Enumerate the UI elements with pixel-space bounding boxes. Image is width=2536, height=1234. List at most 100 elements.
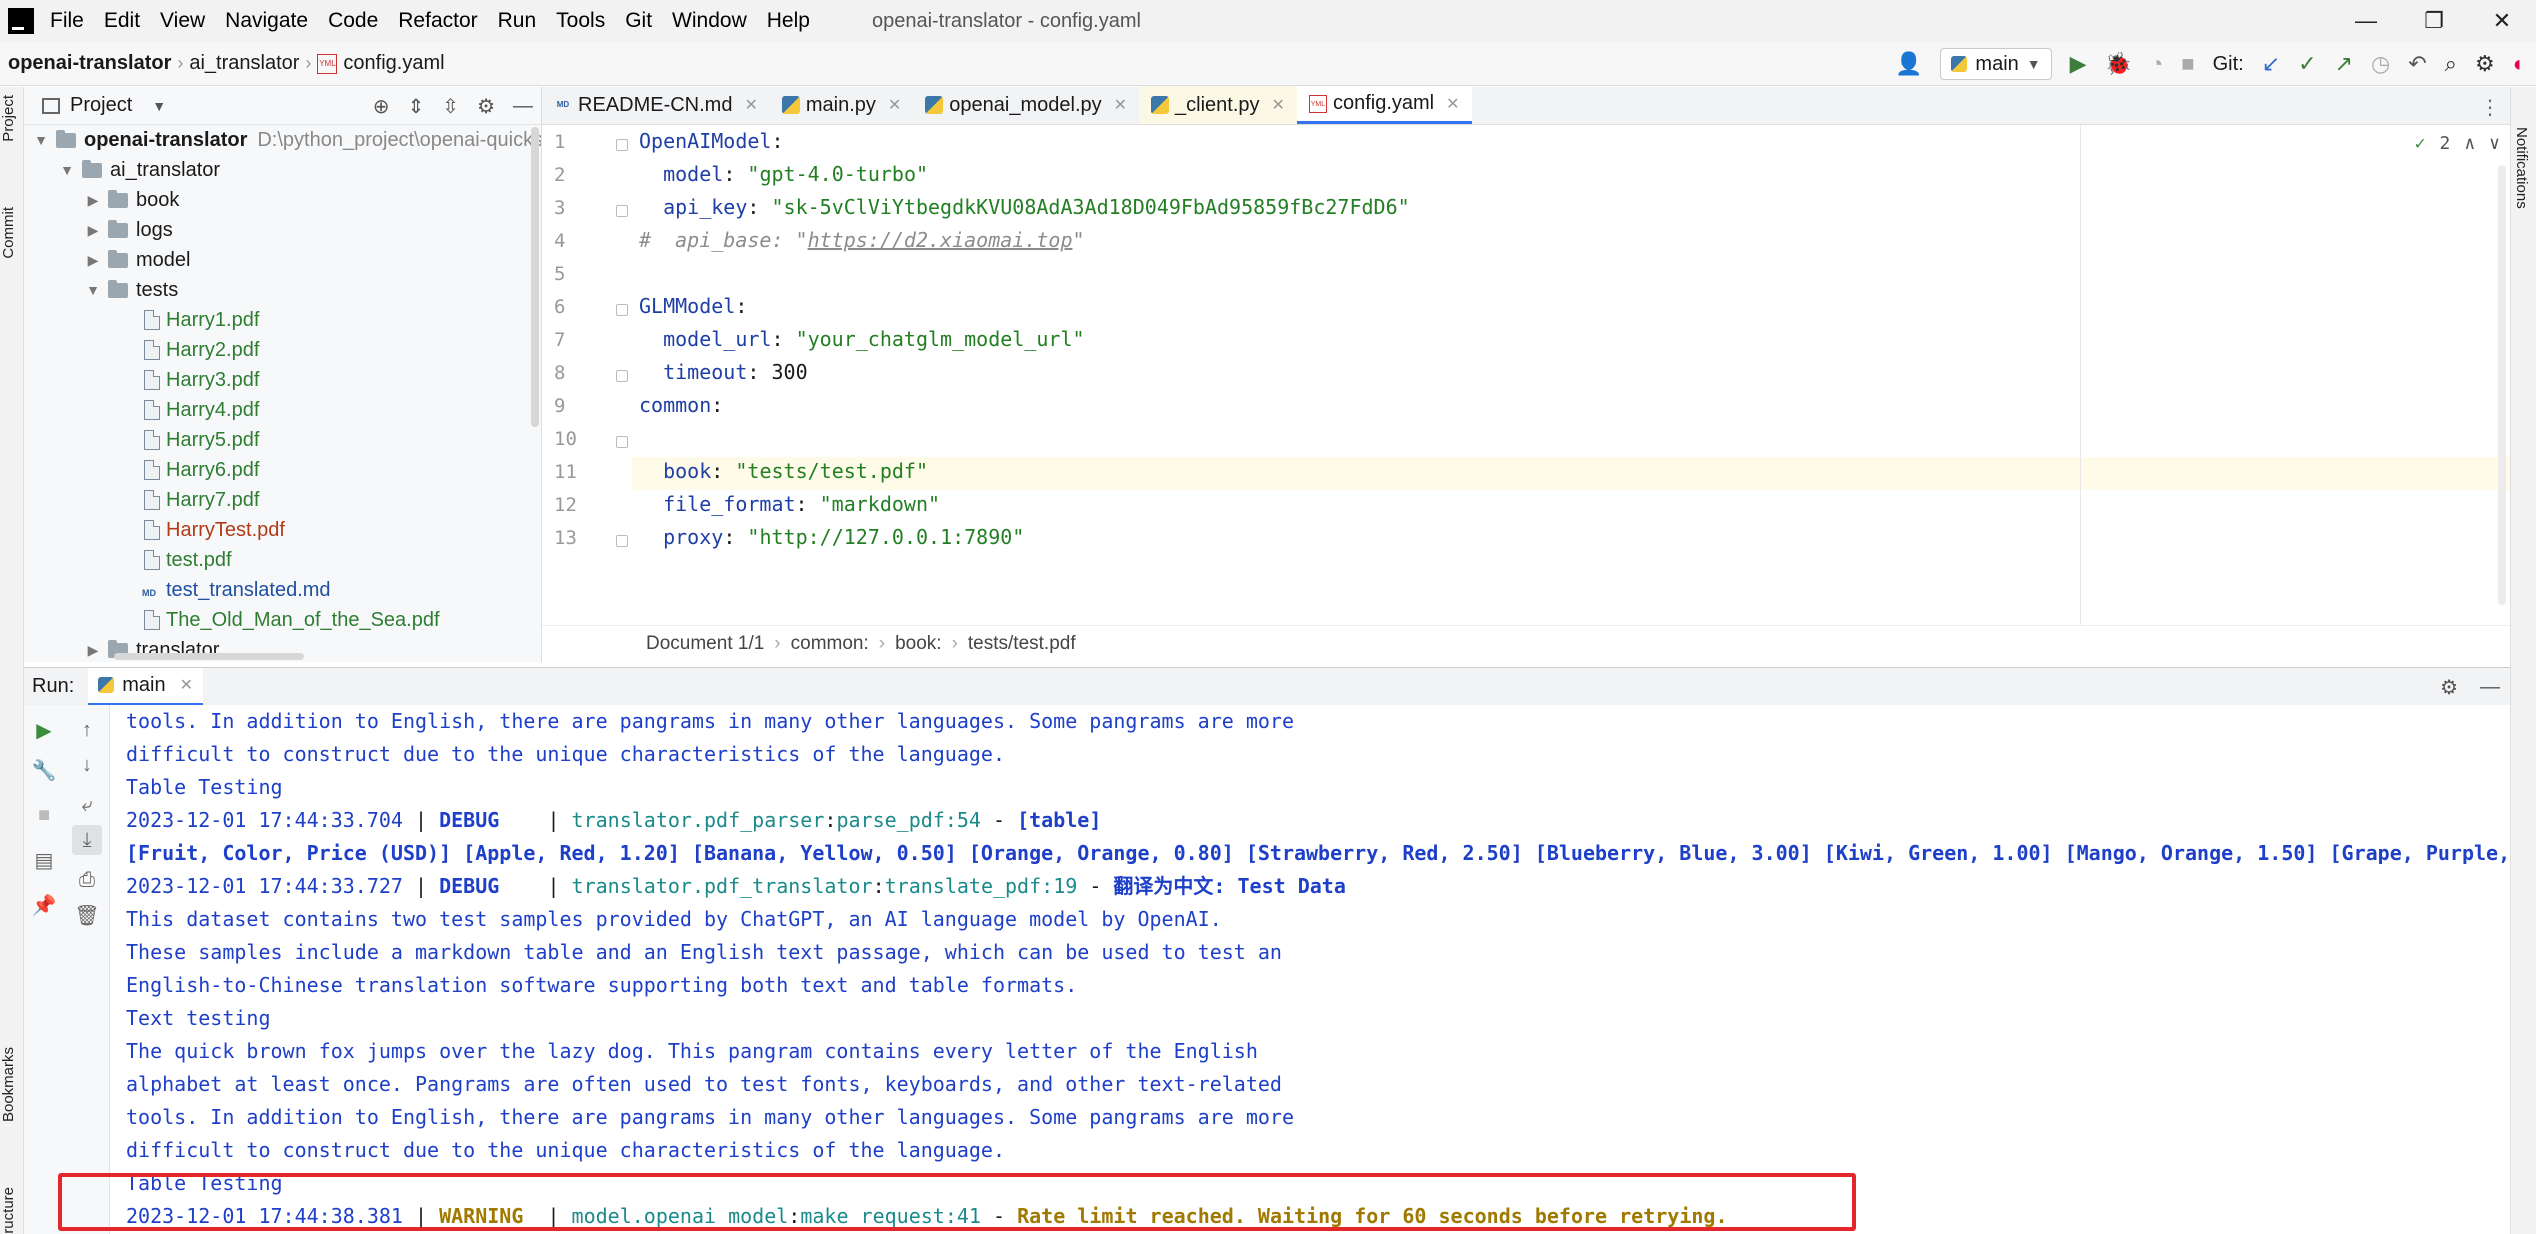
close-icon[interactable]: ✕ xyxy=(888,95,901,115)
tree-item-model[interactable]: ▶ model xyxy=(84,245,191,275)
tab-openai-model-py[interactable]: openai_model.py ✕ xyxy=(913,86,1139,124)
breadcrumb-node[interactable]: tests/test.pdf xyxy=(968,633,1076,655)
project-scrollbar[interactable] xyxy=(531,127,539,427)
structure-tool-button[interactable]: Structure xyxy=(0,1187,24,1234)
editor-scrollbar[interactable] xyxy=(2498,165,2506,605)
breadcrumb-file[interactable]: config.yaml xyxy=(343,52,444,75)
git-commit-icon[interactable]: ✓ xyxy=(2298,51,2316,77)
gear-icon[interactable]: ⚙ xyxy=(477,94,495,119)
breadcrumb-project[interactable]: openai-translator xyxy=(8,52,171,75)
close-icon[interactable]: ✕ xyxy=(744,95,757,115)
pin-icon[interactable]: 📌 xyxy=(29,890,59,920)
close-window-button[interactable]: ✕ xyxy=(2468,0,2536,42)
chevron-up-icon[interactable]: ∧ xyxy=(2464,133,2475,154)
stop-icon[interactable]: ■ xyxy=(29,800,59,830)
breadcrumb-node[interactable]: book: xyxy=(895,633,941,655)
run-console[interactable]: tools. In addition to English, there are… xyxy=(110,705,2510,1234)
menu-run[interactable]: Run xyxy=(498,9,537,33)
tree-item-book[interactable]: ▶ book xyxy=(84,185,180,215)
layout-icon[interactable]: ▤ xyxy=(29,845,59,875)
run-tab-main[interactable]: main ✕ xyxy=(88,667,204,706)
tree-item-ai-translator[interactable]: ▼ ai_translator xyxy=(58,155,220,185)
debug-icon[interactable]: 🐞 xyxy=(2105,51,2132,77)
tree-item-logs[interactable]: ▶ logs xyxy=(84,215,173,245)
chevron-down-icon[interactable]: ∨ xyxy=(2489,133,2500,154)
search-icon[interactable]: ⌕ xyxy=(2445,51,2457,77)
project-horizontal-scrollbar[interactable] xyxy=(114,653,304,660)
project-panel-title[interactable]: Project xyxy=(70,94,132,117)
trash-icon[interactable]: 🗑 xyxy=(72,900,102,930)
tree-item-file[interactable]: HarryTest.pdf xyxy=(144,515,285,545)
breadcrumb-node[interactable]: common: xyxy=(791,633,869,655)
tree-item-file[interactable]: MD test_translated.md xyxy=(142,575,331,605)
document-indicator[interactable]: Document 1/1 xyxy=(646,633,764,655)
gear-icon[interactable]: ⚙ xyxy=(2475,51,2495,77)
tree-item-file[interactable]: Harry2.pdf xyxy=(144,335,259,365)
tree-item-file[interactable]: Harry1.pdf xyxy=(144,305,259,335)
tree-item-root[interactable]: ▼ openai-translator D:\python_project\op… xyxy=(32,125,541,155)
minimize-button[interactable]: — xyxy=(2332,0,2400,42)
tree-item-file[interactable]: Harry4.pdf xyxy=(144,395,259,425)
tab-config-yaml[interactable]: YML config.yaml ✕ xyxy=(1296,86,1472,124)
ide-logo-icon[interactable]: ◐ xyxy=(2513,51,2526,77)
menu-navigate[interactable]: Navigate xyxy=(225,9,308,33)
commit-tool-button[interactable]: Commit xyxy=(0,207,24,259)
fold-marker-icon[interactable] xyxy=(616,370,628,382)
tree-item-file[interactable]: Harry7.pdf xyxy=(144,485,259,515)
rerun-icon[interactable]: ▶ xyxy=(29,715,59,745)
git-history-icon[interactable]: ◷ xyxy=(2371,51,2390,77)
menu-git[interactable]: Git xyxy=(625,9,652,33)
menu-tools[interactable]: Tools xyxy=(556,9,605,33)
menu-refactor[interactable]: Refactor xyxy=(398,9,477,33)
restore-button[interactable]: ❐ xyxy=(2400,0,2468,42)
tab-main-py[interactable]: main.py ✕ xyxy=(770,86,913,124)
soft-wrap-icon[interactable]: ⤶ xyxy=(72,790,102,820)
chevron-down-icon[interactable]: ▼ xyxy=(152,98,166,114)
stop-icon[interactable]: ■ xyxy=(2181,51,2194,77)
tab-readme-cn[interactable]: MD README-CN.md ✕ xyxy=(542,86,770,124)
scroll-down-icon[interactable]: ↓ xyxy=(72,750,102,780)
run-configuration-selector[interactable]: main ▼ xyxy=(1940,48,2052,80)
close-icon[interactable]: ✕ xyxy=(180,675,193,695)
fold-marker-icon[interactable] xyxy=(616,139,628,151)
coverage-icon[interactable]: ◔ xyxy=(2150,51,2163,77)
rollback-icon[interactable]: ↶ xyxy=(2408,51,2426,77)
menu-view[interactable]: View xyxy=(160,9,205,33)
git-update-icon[interactable]: ↙ xyxy=(2262,51,2280,77)
close-icon[interactable]: ✕ xyxy=(1114,95,1127,115)
tree-item-file[interactable]: Harry5.pdf xyxy=(144,425,259,455)
fold-marker-icon[interactable] xyxy=(616,205,628,217)
menu-help[interactable]: Help xyxy=(767,9,810,33)
print-icon[interactable]: ⎙ xyxy=(72,865,102,895)
fold-marker-icon[interactable] xyxy=(616,304,628,316)
locate-icon[interactable]: ⊕ xyxy=(373,94,390,119)
expand-all-icon[interactable]: ⇕ xyxy=(408,94,425,119)
tree-item-file[interactable]: Harry3.pdf xyxy=(144,365,259,395)
gear-icon[interactable]: ⚙ xyxy=(2440,675,2458,700)
tree-item-tests[interactable]: ▼ tests xyxy=(84,275,178,305)
breadcrumb-folder[interactable]: ai_translator xyxy=(189,52,299,75)
menu-code[interactable]: Code xyxy=(328,9,378,33)
tab-client-py[interactable]: _client.py ✕ xyxy=(1139,86,1297,124)
tree-item-file[interactable]: Harry6.pdf xyxy=(144,455,259,485)
comment-link[interactable]: https://d2.xiaomai.top xyxy=(808,228,1073,252)
close-icon[interactable]: ✕ xyxy=(1272,95,1285,115)
fold-marker-icon[interactable] xyxy=(616,436,628,448)
account-icon[interactable]: 👤 xyxy=(1895,51,1922,77)
run-icon[interactable]: ▶ xyxy=(2070,51,2087,77)
tree-item-file[interactable]: test.pdf xyxy=(144,545,232,575)
collapse-all-icon[interactable]: ⇳ xyxy=(442,94,459,119)
scroll-up-icon[interactable]: ↑ xyxy=(72,715,102,745)
project-tool-button[interactable]: Project xyxy=(0,95,24,142)
git-push-icon[interactable]: ↗ xyxy=(2335,51,2353,77)
bookmarks-tool-button[interactable]: Bookmarks xyxy=(0,1047,24,1122)
menu-edit[interactable]: Edit xyxy=(104,9,140,33)
hide-panel-icon[interactable]: — xyxy=(2480,676,2500,699)
menu-window[interactable]: Window xyxy=(672,9,747,33)
code-editor[interactable]: 1 2 3 4 5 6 7 8 9 10 11 12 13 OpenAIMode… xyxy=(542,125,2510,625)
wrench-icon[interactable]: 🔧 xyxy=(29,755,59,785)
inspection-widget[interactable]: ✓ 2 ∧ ∨ xyxy=(2415,133,2500,154)
scroll-to-end-icon[interactable]: ⤓ xyxy=(72,825,102,855)
hide-panel-icon[interactable]: — xyxy=(513,95,533,118)
notifications-tool-button[interactable]: Notifications xyxy=(2513,127,2530,209)
